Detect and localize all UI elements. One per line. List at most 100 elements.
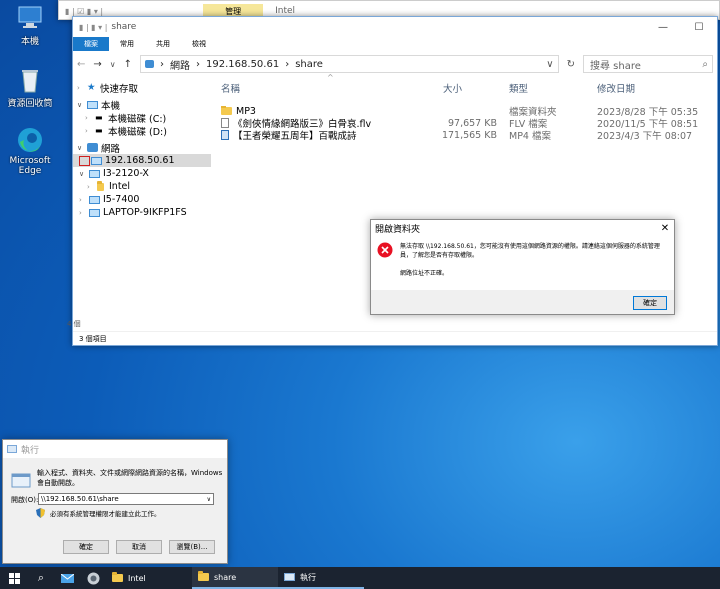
- chevron-right-icon: ›: [160, 58, 165, 70]
- ok-button[interactable]: 確定: [633, 296, 667, 310]
- address-box[interactable]: › 網路 › 192.168.50.61 › share ∨: [140, 55, 559, 73]
- forward-icon[interactable]: →: [93, 59, 101, 70]
- open-input[interactable]: \\192.168.50.61\share ∨: [38, 493, 214, 505]
- nav-label: 本機: [101, 100, 121, 112]
- nav-label: 本機磁碟 (C:): [108, 113, 167, 125]
- run-app-icon: [11, 471, 31, 492]
- file-type: MP4 檔案: [509, 131, 551, 142]
- admin-note-row: 必須有系統管理權限才能建立此工作。: [36, 508, 161, 518]
- file-icon: [221, 118, 229, 128]
- nav-item-i5-7400[interactable]: › I5-7400: [73, 193, 211, 206]
- search-input[interactable]: 搜尋 share ⌕: [583, 55, 713, 73]
- taskbar-item-share[interactable]: share: [192, 567, 278, 589]
- nav-item-quick-access[interactable]: › ★ 快速存取: [73, 81, 211, 95]
- star-icon: ★: [87, 82, 96, 93]
- search-icon: ⌕: [702, 58, 708, 70]
- browse-button[interactable]: 瀏覽(B)...: [169, 540, 215, 554]
- ribbon-tabs: 檔案 常用 共用 檢視: [73, 37, 717, 51]
- quick-access-toolbar[interactable]: ▮ | ☑ ▮ ▾ |: [65, 7, 103, 16]
- folder-icon: [221, 105, 232, 115]
- desktop-icon-label: 本機: [20, 37, 39, 47]
- dialog-footer: 確定: [371, 290, 674, 314]
- maximize-button[interactable]: ☐: [681, 17, 717, 37]
- tab-share[interactable]: 共用: [145, 39, 181, 49]
- nav-item-192-168-50-61[interactable]: 192.168.50.61: [73, 154, 211, 167]
- dialog-titlebar[interactable]: 開啟資料夾 ✕: [371, 220, 674, 237]
- breadcrumb-network[interactable]: 網路: [170, 57, 190, 72]
- address-dropdown-icon[interactable]: ∨: [546, 59, 557, 70]
- column-date[interactable]: 修改日期: [593, 81, 635, 95]
- taskbar-item-run[interactable]: 執行: [278, 567, 364, 589]
- desktop-icon-label: Microsoft Edge: [9, 156, 51, 176]
- admin-note: 必須有系統管理權限才能建立此工作。: [50, 510, 161, 518]
- open-label: 開啟(O):: [11, 496, 39, 504]
- nav-item-drive-c[interactable]: › ▬ 本機磁碟 (C:): [73, 111, 211, 125]
- mail-button[interactable]: [54, 567, 80, 589]
- nav-item-network[interactable]: ∨ 網路: [73, 141, 211, 155]
- minimize-button[interactable]: —: [645, 17, 681, 37]
- explorer-titlebar[interactable]: ▮ | ▮ ▾ | share — ☐: [73, 17, 717, 37]
- column-type[interactable]: 類型: [505, 81, 593, 95]
- run-dialog[interactable]: 執行 輸入程式、資料夾、文件或網際網路資源的名稱，Windows 會自動開啟。 …: [2, 439, 228, 564]
- taskbar-item-intel[interactable]: Intel: [106, 567, 192, 589]
- nav-item-laptop[interactable]: › LAPTOP-9IKFP1FS: [73, 206, 211, 219]
- table-row[interactable]: 【王者榮耀五周年】百戰成詩 171,565 KB MP4 檔案 2023/4/3…: [217, 129, 717, 142]
- sort-arrow-icon: ^: [327, 73, 334, 82]
- nav-item-this-pc[interactable]: ∨ 本機: [73, 98, 211, 112]
- start-button[interactable]: [0, 567, 28, 589]
- nav-label: I3-2120-X: [103, 168, 149, 179]
- tab-view[interactable]: 檢視: [181, 39, 217, 49]
- refresh-icon[interactable]: ↻: [567, 59, 575, 70]
- nav-item-i3-2120-x[interactable]: ∨ I3-2120-X: [73, 167, 211, 180]
- search-icon: ⌕: [37, 571, 45, 584]
- expand-toggle-highlight[interactable]: [79, 155, 90, 166]
- taskbar-label: Intel: [128, 573, 146, 583]
- column-header-row: 名稱 大小 類型 修改日期: [217, 79, 717, 97]
- error-message: 無法存取 \\192.168.50.61，您可能沒有使用這個網路資源的權限。請連…: [400, 243, 660, 259]
- column-name[interactable]: 名稱: [217, 81, 439, 95]
- taskbar-label: 執行: [300, 572, 316, 582]
- close-icon[interactable]: ✕: [656, 223, 674, 234]
- dialog-title: 執行: [21, 445, 40, 456]
- tab-file[interactable]: 檔案: [73, 37, 109, 51]
- taskbar-label: share: [214, 572, 237, 582]
- file-size: 171,565 KB: [441, 129, 497, 141]
- ok-button[interactable]: 確定: [63, 540, 109, 554]
- desktop-icon-this-pc[interactable]: 本機: [0, 4, 60, 47]
- chevron-right-icon: ›: [285, 58, 290, 70]
- run-icon: [7, 445, 17, 453]
- folder-icon: [97, 180, 104, 191]
- dialog-titlebar[interactable]: 執行: [3, 440, 227, 458]
- quick-access-toolbar[interactable]: ▮ | ▮ ▾ |: [79, 23, 107, 32]
- breadcrumb-host[interactable]: 192.168.50.61: [206, 59, 279, 70]
- cancel-button[interactable]: 取消: [116, 540, 162, 554]
- desktop-icon-recycle-bin[interactable]: 資源回收筒: [0, 66, 60, 109]
- breadcrumb-share[interactable]: share: [295, 59, 323, 70]
- chevron-right-icon: ›: [196, 58, 201, 70]
- open-input-value: \\192.168.50.61\share: [41, 495, 119, 503]
- app-icon: [87, 572, 99, 584]
- column-size[interactable]: 大小: [439, 81, 505, 95]
- nav-label: I5-7400: [103, 194, 140, 205]
- app-button[interactable]: [80, 567, 106, 589]
- computer-icon: [89, 169, 100, 178]
- error-dialog[interactable]: 開啟資料夾 ✕ 無法存取 \\192.168.50.61，您可能沒有使用這個網路…: [370, 219, 675, 315]
- address-bar-row: ← → ∨ ↑ › 網路 › 192.168.50.61 › share ∨ ↻…: [73, 51, 717, 77]
- recent-dropdown-icon[interactable]: ∨: [110, 60, 116, 69]
- nav-label: Intel: [109, 181, 131, 192]
- desktop-icon-edge[interactable]: Microsoft Edge: [0, 126, 60, 176]
- edge-icon: [15, 126, 45, 154]
- taskbar: ⌕ Intel share 執行: [0, 567, 720, 589]
- file-size: 97,657 KB: [447, 117, 497, 129]
- desktop-icon-label: 資源回收筒: [7, 99, 53, 109]
- chevron-down-icon[interactable]: ∨: [207, 496, 213, 503]
- tab-home[interactable]: 常用: [109, 39, 145, 49]
- nav-item-drive-d[interactable]: › ▬ 本機磁碟 (D:): [73, 124, 211, 138]
- up-icon[interactable]: ↑: [124, 59, 132, 70]
- mail-icon: [60, 573, 74, 583]
- status-bar: 3 個項目: [73, 331, 717, 345]
- back-icon[interactable]: ←: [77, 59, 85, 70]
- search-button[interactable]: ⌕: [28, 567, 54, 589]
- window-title: Intel: [275, 6, 296, 16]
- nav-item-intel[interactable]: › Intel: [73, 180, 211, 193]
